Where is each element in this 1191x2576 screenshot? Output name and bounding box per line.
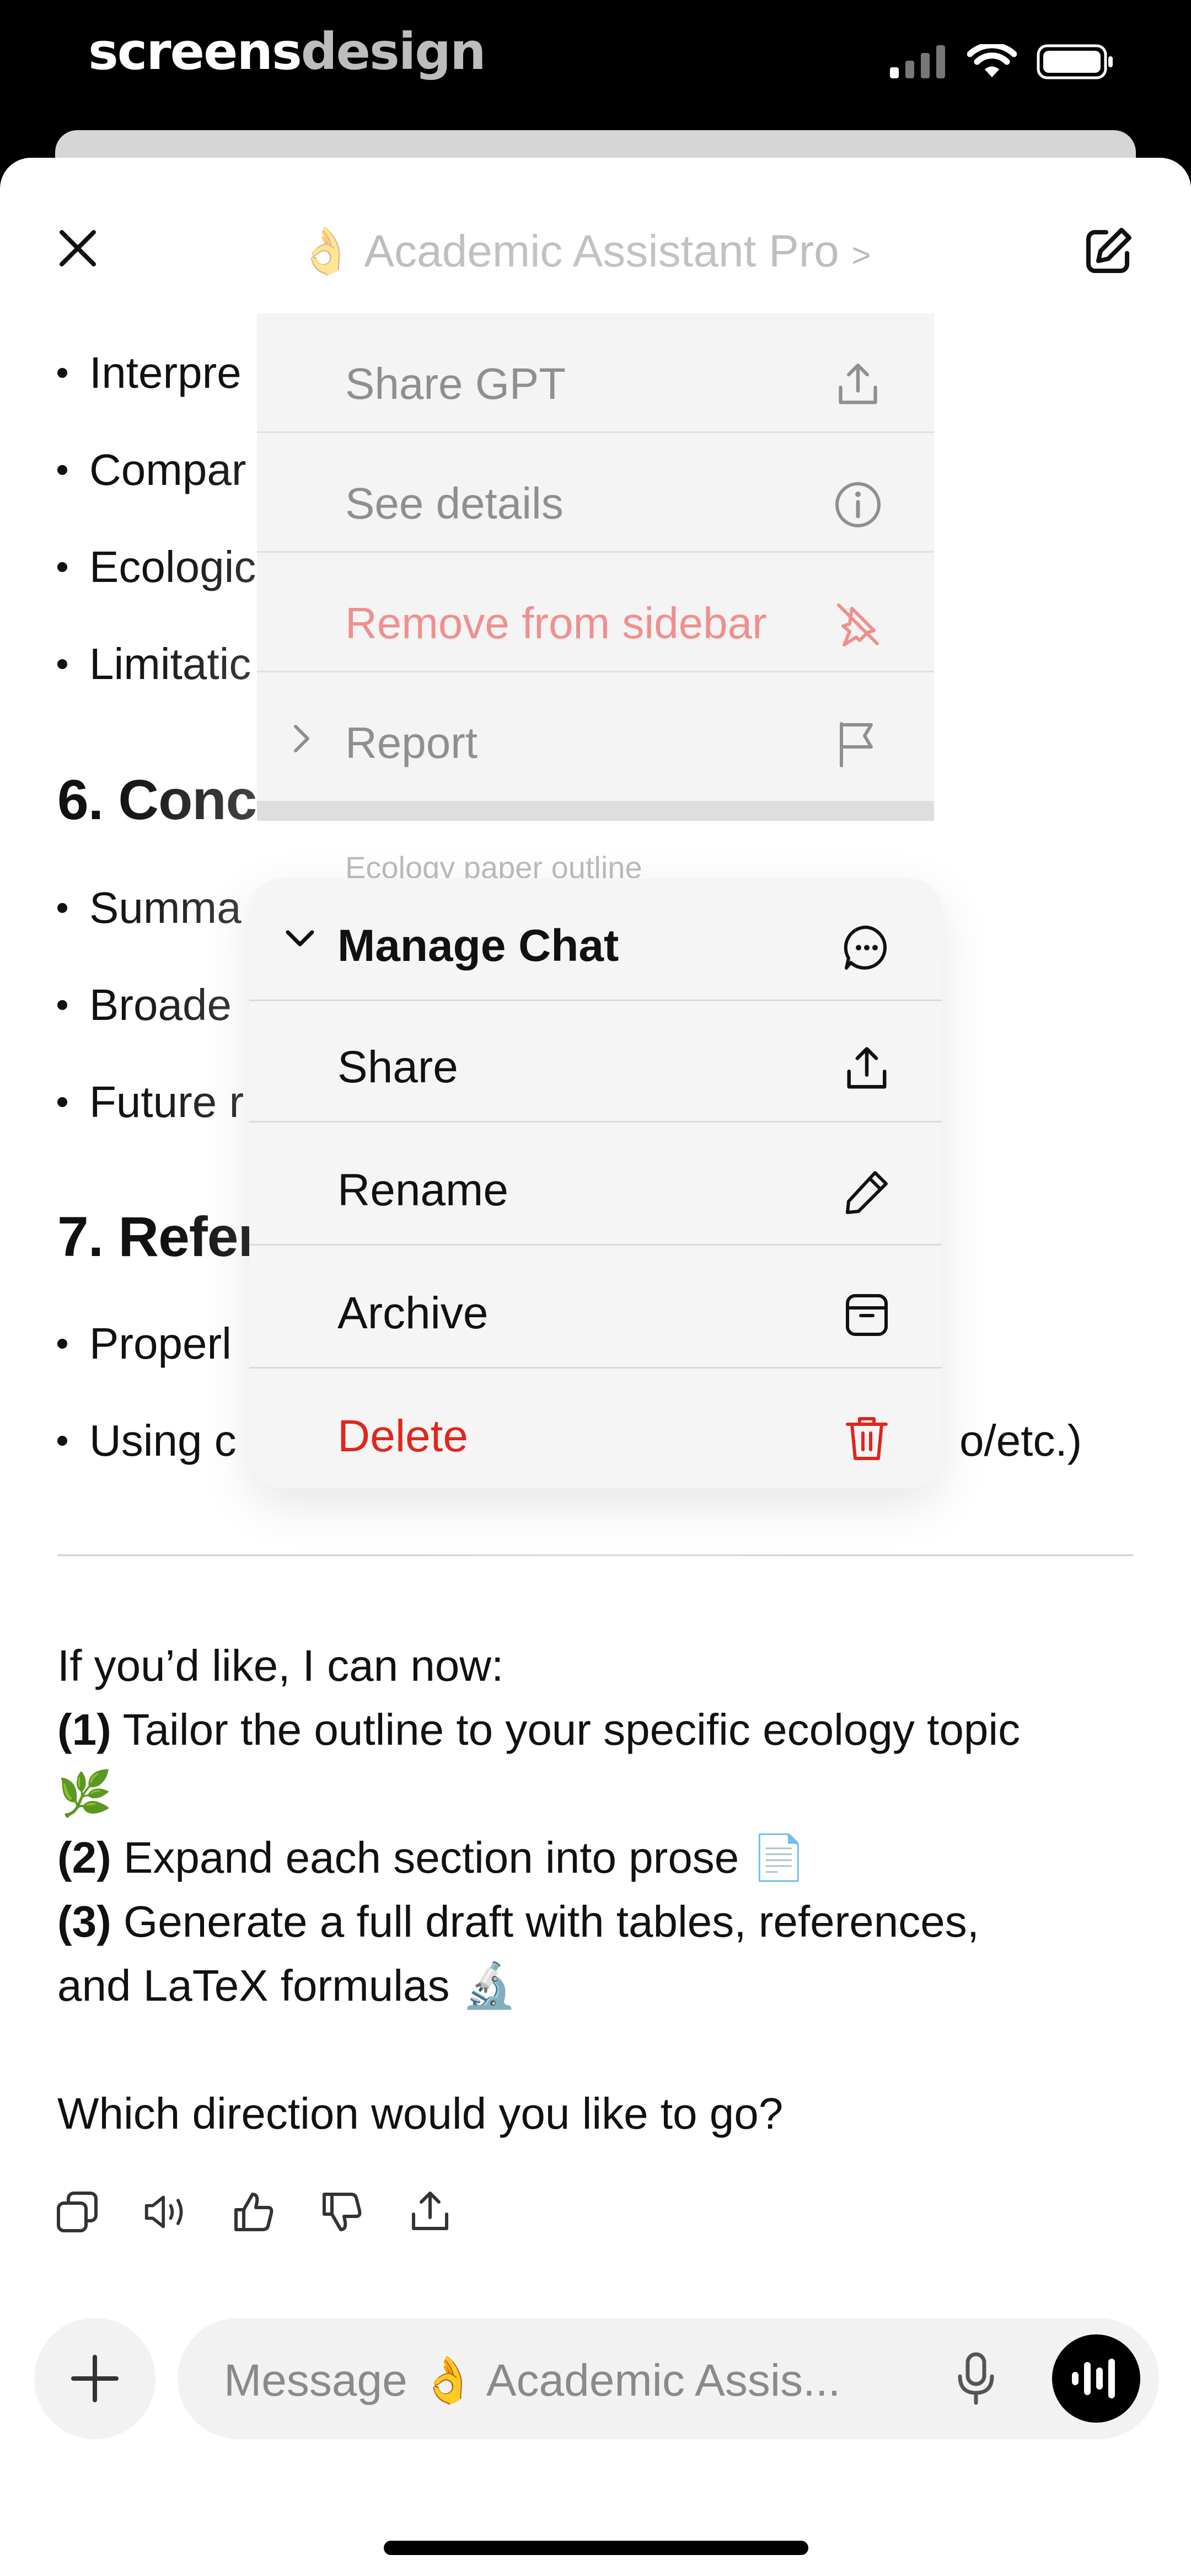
signal-icon (890, 45, 945, 78)
voice-waveform-icon (1072, 2359, 1115, 2398)
message-actions (55, 2190, 452, 2234)
share-icon (847, 1047, 887, 1089)
menu-item-archive[interactable]: Archive (249, 1246, 942, 1369)
read-aloud-icon (144, 2195, 183, 2228)
chevron-down-icon (286, 930, 314, 947)
offer-option-1: (1) Tailor the outline to your specific … (57, 1705, 1021, 1754)
voice-mode-button[interactable] (1052, 2334, 1140, 2423)
list-item: Using c (57, 1415, 237, 1466)
gpt-title-button[interactable]: 👌 Academic Assistant Pro > (298, 225, 871, 278)
status-bar: screensdesign (0, 0, 1191, 127)
ok-hand-emoji: 👌 (298, 226, 355, 276)
herb-emoji: 🌿 (57, 1769, 112, 1818)
microscope-emoji: 🔬 (462, 1961, 517, 2010)
menu-item-manage-chat[interactable]: Manage Chat (249, 878, 942, 1001)
offer-option-3: (3) Generate a full draft with tables, r… (57, 1897, 979, 1946)
menu-item-rename[interactable]: Rename (249, 1123, 942, 1246)
read-aloud-button[interactable] (143, 2190, 187, 2234)
list-item: Ecologic (57, 542, 256, 592)
share-message-button[interactable] (408, 2190, 452, 2234)
chat-bubble-icon (844, 925, 887, 970)
close-button[interactable] (53, 223, 103, 273)
close-icon (60, 230, 96, 266)
menu-item-share[interactable]: Share (249, 1000, 942, 1123)
gpt-title: Academic Assistant Pro (364, 226, 839, 276)
list-item: Summa (57, 883, 242, 933)
trash-icon (846, 1417, 888, 1460)
unpin-icon (837, 603, 879, 646)
share-icon (412, 2192, 448, 2230)
follow-up-question: Which direction would you like to go? (57, 2089, 784, 2138)
thumbs-down-button[interactable] (320, 2190, 364, 2234)
list-item: Limitatic (57, 639, 251, 690)
thumbs-up-button[interactable] (232, 2190, 276, 2234)
list-item: Compar (57, 445, 246, 495)
menu-separator (257, 801, 934, 821)
section-heading: 7. Refer (57, 1205, 260, 1268)
pencil-icon (846, 1171, 888, 1214)
list-item-tail: o/etc.) (959, 1416, 1082, 1465)
list-item: Broade (57, 980, 232, 1030)
menu-item-report[interactable]: Report (257, 672, 934, 790)
battery-icon (1037, 44, 1113, 79)
copy-button[interactable] (55, 2190, 99, 2234)
info-icon (835, 482, 881, 527)
section-heading: 6. Conc (57, 768, 257, 831)
thumbs-down-icon (323, 2193, 362, 2231)
archive-icon (846, 1294, 888, 1336)
manage-chat-menu: Manage Chat Share Rename Archive Delete (249, 878, 942, 1488)
offer-option-3-line2: and LaTeX formulas 🔬 (57, 1961, 517, 2010)
menu-item-delete[interactable]: Delete (249, 1369, 942, 1488)
microphone-icon (958, 2352, 994, 2405)
divider (57, 1554, 1134, 1556)
menu-item-share-gpt[interactable]: Share GPT (257, 313, 934, 433)
status-icons (890, 44, 1114, 79)
menu-item-remove-from-sidebar[interactable]: Remove from sidebar (257, 553, 934, 672)
share-icon (839, 364, 877, 404)
dictate-button[interactable] (948, 2351, 1004, 2406)
wifi-icon (967, 44, 1017, 77)
copy-icon (57, 2192, 98, 2232)
menu-item-see-details[interactable]: See details (257, 433, 934, 553)
chevron-right-icon (294, 725, 309, 752)
list-item: Properl (57, 1318, 232, 1369)
page-emoji: 📄 (751, 1833, 807, 1882)
gpt-context-menu: Share GPT See details Remove from sideba… (257, 313, 934, 821)
offer-intro: If you’d like, I can now: (57, 1641, 504, 1690)
brand-watermark: screensdesign (88, 22, 486, 81)
list-item: Interpre (57, 348, 242, 398)
new-chat-button[interactable] (1081, 223, 1136, 279)
title-chevron-icon: > (851, 237, 871, 274)
thumbs-up-icon (234, 2193, 273, 2231)
plus-icon (71, 2355, 119, 2402)
compose-icon (1086, 228, 1131, 273)
flag-icon (840, 722, 873, 767)
message-placeholder: Message 👌 Academic Assis... (224, 2355, 841, 2406)
add-attachment-button[interactable] (34, 2318, 155, 2439)
list-item: Future r (57, 1077, 244, 1127)
home-indicator (384, 2541, 808, 2555)
offer-option-2: (2) Expand each section into prose 📄 (57, 1833, 807, 1882)
